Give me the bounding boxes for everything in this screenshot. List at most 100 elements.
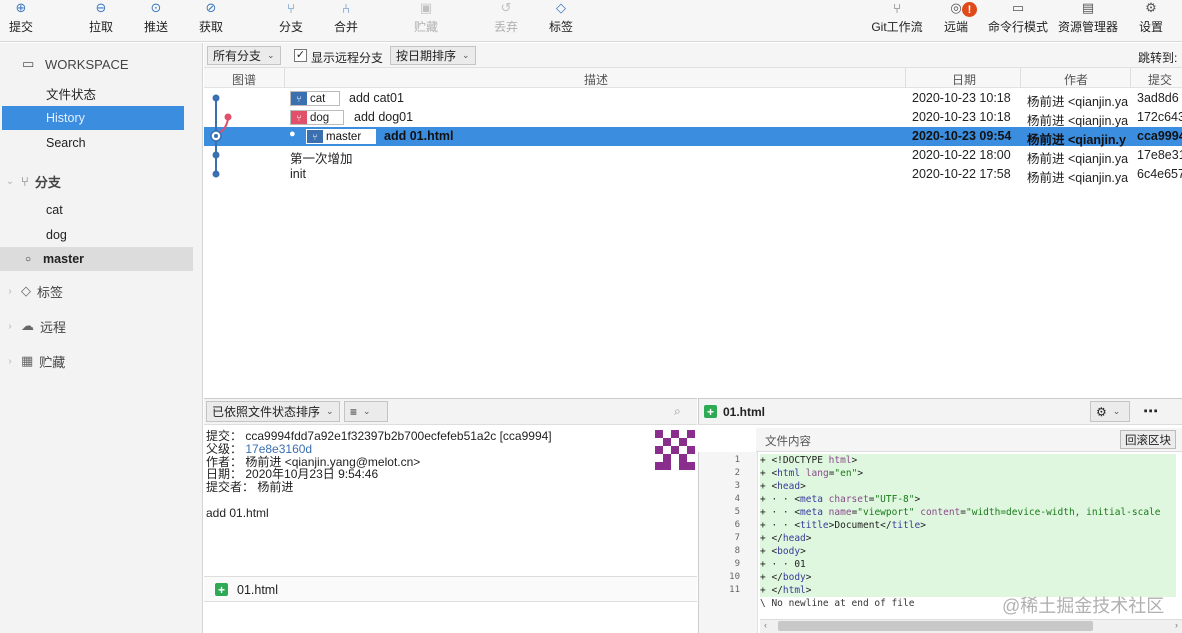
added-file-icon: + [215,583,228,597]
diff-line: + · · <meta charset="UTF-8"> [760,493,1176,506]
scroll-left-icon[interactable]: ‹ [764,620,767,630]
sidebar-item-search[interactable]: Search [0,131,193,155]
tag-button[interactable]: ◇ 标签 [546,0,576,42]
line-number: 3 [734,481,740,491]
sidebar-workspace[interactable]: ▭ WORKSPACE [0,52,193,76]
pull-button[interactable]: ⊖ 拉取 [86,0,116,42]
commit-row[interactable]: ⑂ dog add dog01 2020-10-23 10:18 杨前进 <qia… [204,108,1182,128]
show-remote-checkbox[interactable]: ✓ [294,49,307,62]
commit-button[interactable]: ⊕ 提交 [6,0,36,42]
sidebar-section-branches[interactable]: ⌄ ⑂ 分支 [0,169,193,193]
terminal-icon: ▭ [1011,0,1025,15]
commit-node [212,170,220,178]
branch-tag-cat[interactable]: ⑂ cat [290,91,341,106]
head-indicator-icon: ● [289,128,296,140]
branch-icon: ⑂ [307,130,323,143]
tag-icon: ◇ [21,283,31,298]
sort-dropdown[interactable]: 按日期排序 ⌄ [390,46,476,65]
more-icon[interactable]: ⋯ [1143,402,1158,420]
discard-button[interactable]: ↺ 丢弃 [491,0,521,42]
sidebar-branch-cat[interactable]: cat [0,198,193,222]
commit-node [224,113,232,121]
line-number: 8 [734,546,740,556]
commit-row[interactable]: 第一次增加 2020-10-22 18:00 杨前进 <qianjin.ya 1… [204,146,1182,166]
branch-button[interactable]: ⑂ 分支 [276,0,306,42]
terminal-button[interactable]: ▭ 命令行模式 [985,0,1051,42]
branch-tag-master[interactable]: ⑂ master [306,129,377,144]
settings-button[interactable]: ⚙ 设置 [1136,0,1166,42]
diff-toolbar: + 01.html ⚙ ⌄ ⋯ [698,398,1182,425]
file-sort-dropdown[interactable]: 已依照文件状态排序 ⌄ [206,401,340,422]
alert-badge: ! [962,2,977,17]
chevron-right-icon: › [8,285,12,297]
current-branch-icon: ○ [25,253,32,265]
toolbar: ⊕ 提交 ⊖ 拉取 ⊙ 推送 ⊘ 获取 ⑂ 分支 ⑃ 合并 ▣ 贮藏 ↺ 丢弃 ◇ 标签 ⑂ Git… [0,0,1182,42]
scroll-right-icon[interactable]: › [1175,620,1178,630]
branch-tag-dog[interactable]: ⑂ dog [290,110,345,125]
sidebar-branch-dog[interactable]: dog [0,223,193,247]
diff-line: + <head> [760,480,1176,493]
commit-row-selected[interactable]: ● ⑂ master add 01.html 2020-10-23 09:54 杨… [204,127,1182,147]
commit-table-header: 图谱 描述 日期 作者 提交 [204,68,1182,88]
diff-options-dropdown[interactable]: ⚙ ⌄ [1090,401,1130,422]
view-mode-dropdown[interactable]: ≡ ⌄ [344,401,388,422]
commit-row[interactable]: ⑂ cat add cat01 2020-10-23 10:18 杨前进 <qia… [204,89,1182,109]
sidebar-item-file-status[interactable]: 文件状态 [0,81,193,105]
line-number: 9 [734,559,740,569]
merge-button[interactable]: ⑃ 合并 [331,0,361,42]
plus-circle-icon: ⊕ [15,0,27,15]
merge-icon: ⑃ [342,0,350,16]
commit-node [212,151,220,159]
sidebar-branch-master[interactable]: ○ master [0,247,193,271]
watermark: @稀土掘金技术社区 [1002,596,1165,616]
line-number: 2 [734,468,740,478]
stash-button[interactable]: ▣ 贮藏 [411,0,441,42]
avatar [655,430,695,470]
chevron-down-icon: ⌄ [462,50,470,60]
push-button[interactable]: ⊙ 推送 [141,0,171,42]
diff-line: + </head> [760,532,1176,545]
branch-filter-dropdown[interactable]: 所有分支 ⌄ [207,46,281,65]
sidebar-section-stashes[interactable]: › ▦ 贮藏 [0,349,193,373]
tag-icon: ◇ [556,0,566,15]
fetch-button[interactable]: ⊘ 获取 [196,0,226,42]
file-list-item[interactable]: + 01.html [204,576,697,602]
chevron-down-icon: ⌄ [1112,406,1121,416]
explorer-button[interactable]: ▤ 资源管理器 [1055,0,1121,42]
chevron-down-icon: ⌄ [5,175,15,187]
revert-hunk-button[interactable]: 回滚区块 [1120,430,1176,449]
scrollbar-thumb[interactable] [778,621,1093,631]
diff-line: + · · <meta name="viewport" content="wid… [760,506,1176,519]
stash-icon: ▦ [21,353,34,368]
line-number: 7 [734,533,740,543]
line-number: 11 [729,585,740,595]
commit-row[interactable]: init 2020-10-22 17:58 杨前进 <qianjin.ya 6c… [204,165,1182,185]
search-icon[interactable]: ⌕ [674,404,681,419]
sidebar-section-remotes[interactable]: › ☁ 远程 [0,314,193,338]
remote-button[interactable]: ◎ 远端! [941,0,977,42]
branch-icon: ⑂ [291,92,307,105]
commit-graph [210,94,232,178]
sidebar-section-tags[interactable]: › ◇ 标签 [0,279,193,303]
branch-icon: ⑂ [287,0,295,16]
gear-icon: ⚙ [1096,404,1107,419]
diff-line: + <html lang="en"> [760,467,1176,480]
sidebar-item-history[interactable]: History [2,106,184,130]
discard-icon: ↺ [500,0,512,15]
gitflow-button[interactable]: ⑂ Git工作流 [868,0,926,42]
chevron-right-icon: › [8,355,12,367]
line-number: 4 [734,494,740,504]
line-number: 6 [734,520,740,530]
arrow-down-icon: ⊖ [95,0,107,15]
list-icon: ≡ [350,404,358,419]
line-number: 1 [734,455,740,465]
diff-line: + · · <title>Document</title> [760,519,1176,532]
chevron-down-icon: ⌄ [326,406,334,416]
diff-line: + · · 01 [760,558,1176,571]
stash-icon: ▣ [419,0,433,15]
added-file-icon: + [704,405,717,419]
monitor-icon: ▭ [22,56,35,71]
gitflow-icon: ⑂ [893,0,901,16]
line-number: 10 [729,572,740,582]
diff-line: + </body> [760,571,1176,584]
